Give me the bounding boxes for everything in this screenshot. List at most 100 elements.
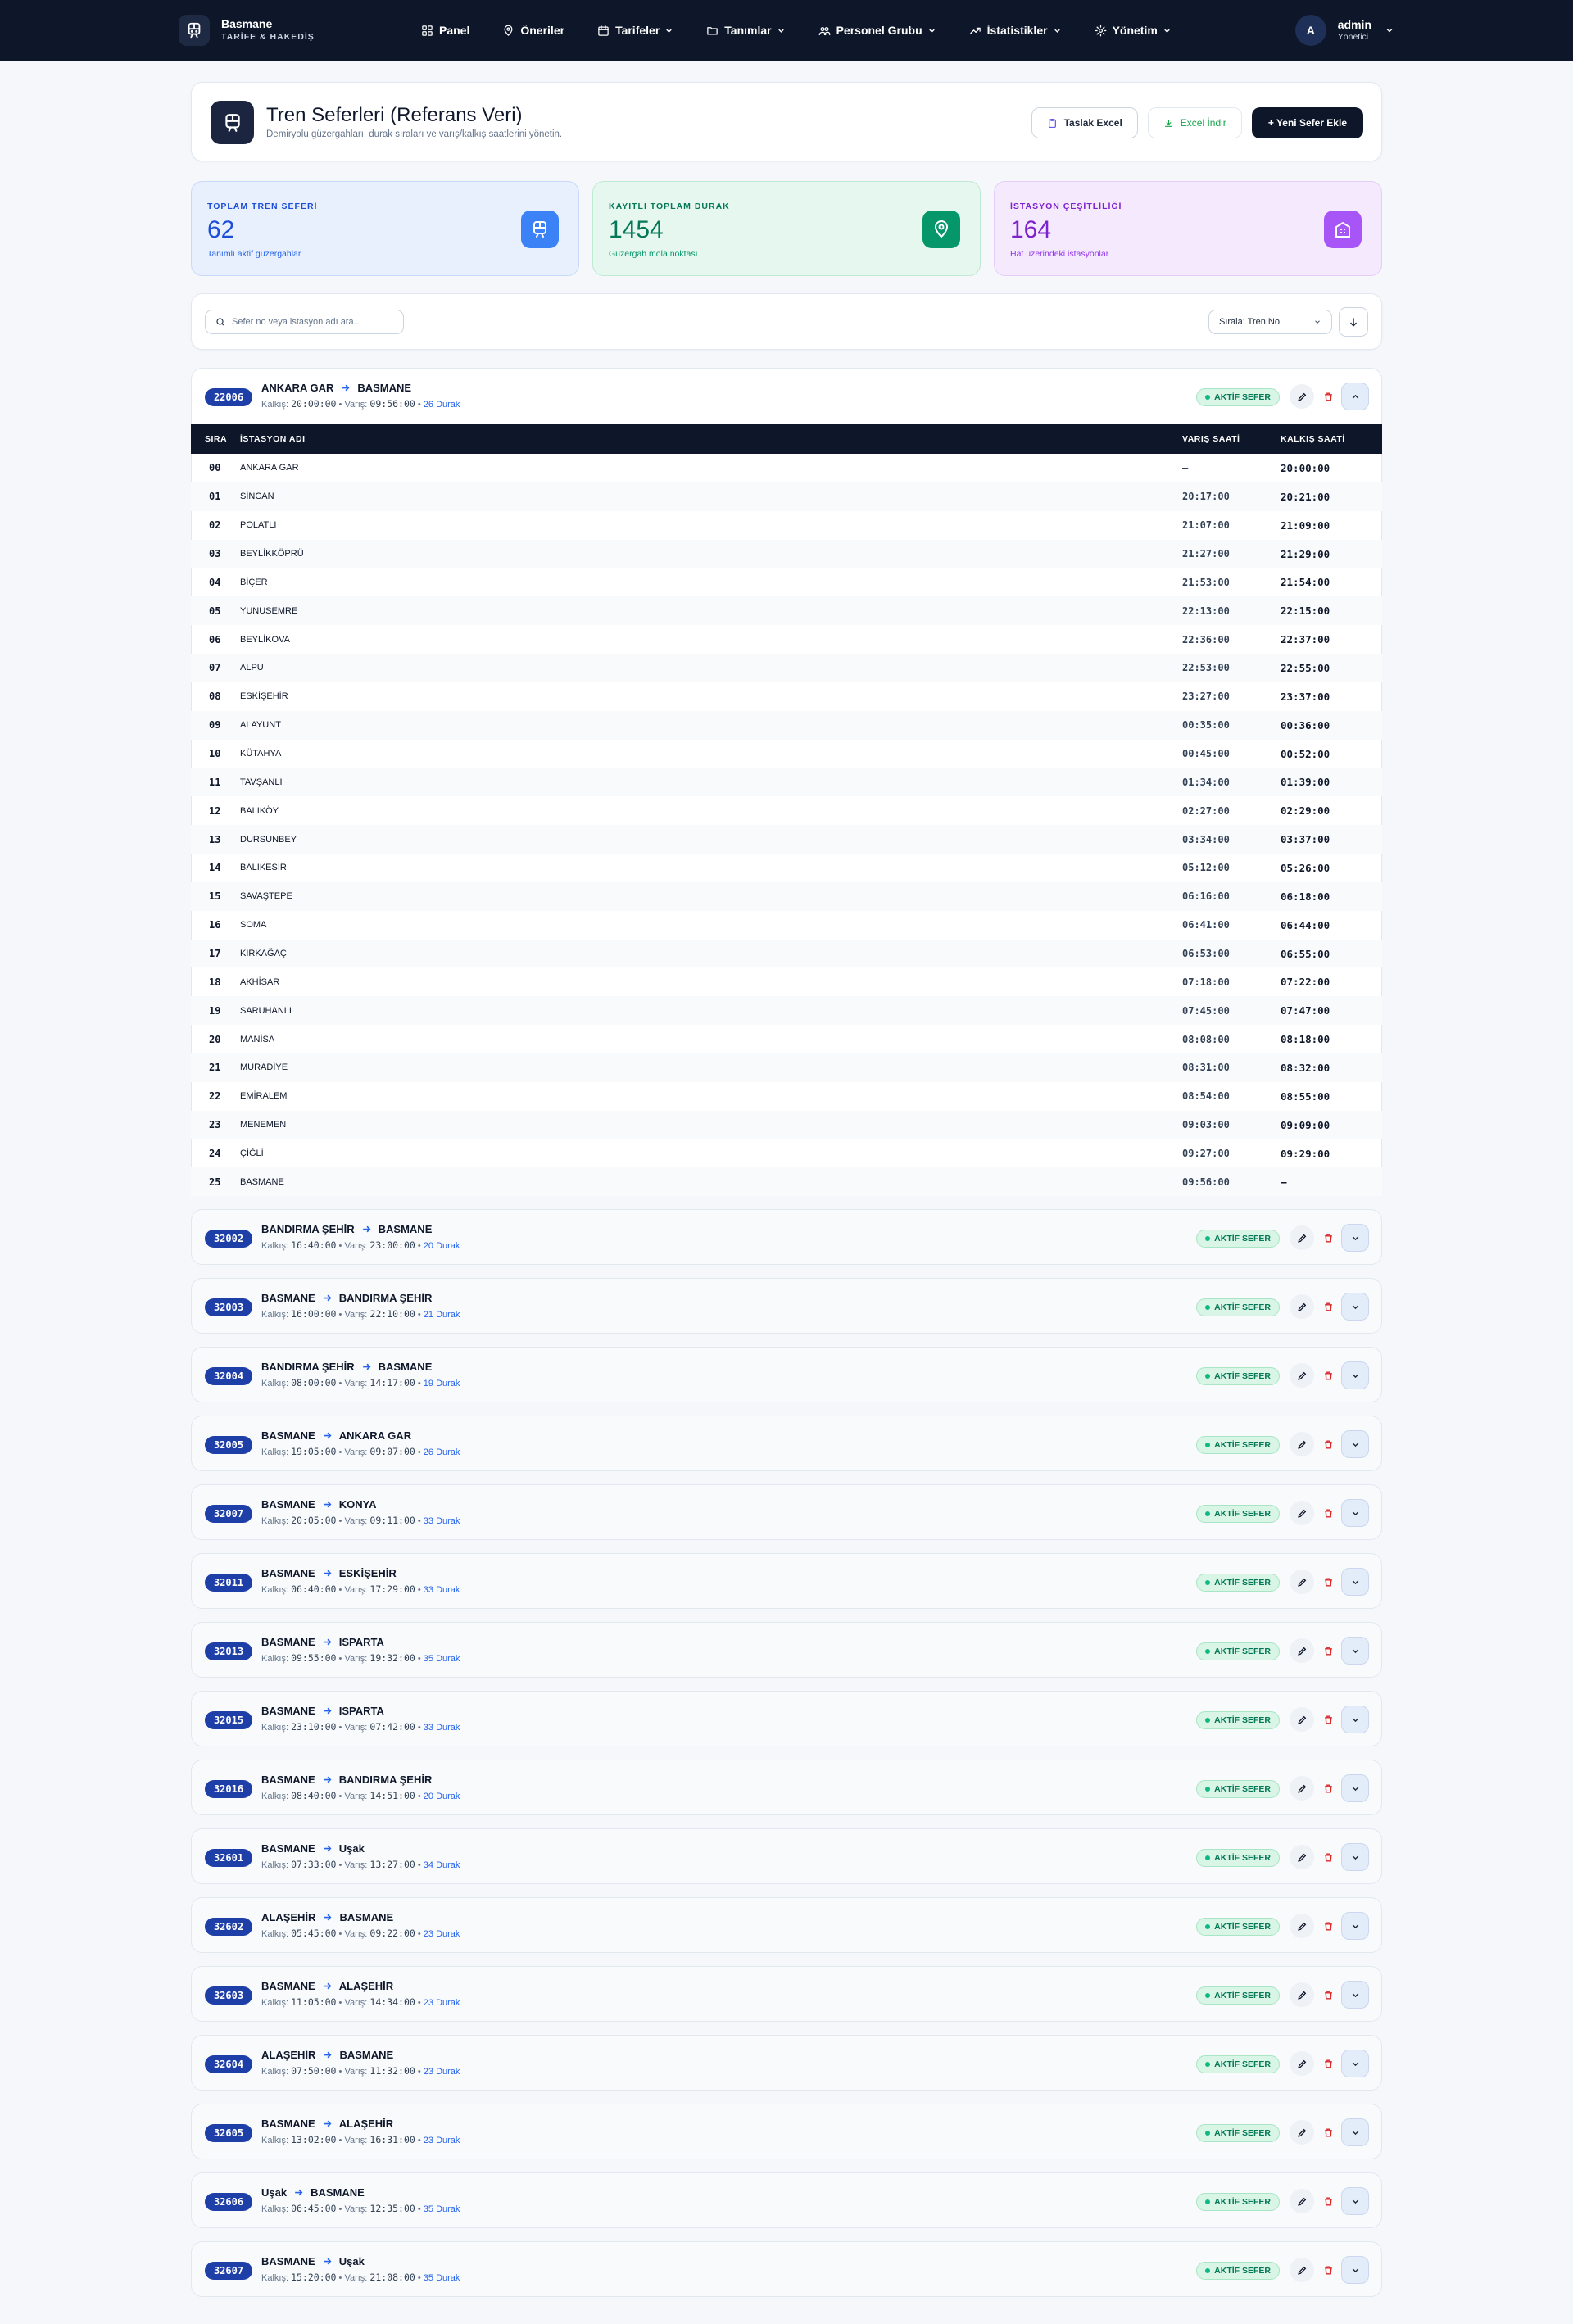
train-card[interactable]: 32602 ALAŞEHİR BASMANE Kalkış: 05:45:00 • V… bbox=[191, 1897, 1382, 1953]
expand-button[interactable] bbox=[1341, 2187, 1369, 2215]
train-header[interactable]: 32601 BASMANE Uşak Kalkış: 07:33:00 • Varış… bbox=[192, 1829, 1381, 1885]
delete-button[interactable] bbox=[1316, 1982, 1340, 2007]
train-card[interactable]: 32002 BANDIRMA ŞEHİR BASMANE Kalkış: 16:40:… bbox=[191, 1209, 1382, 1265]
expand-button[interactable] bbox=[1341, 2050, 1369, 2077]
train-card[interactable]: 32005 BASMANE ANKARA GAR Kalkış: 19:05:00 •… bbox=[191, 1416, 1382, 1471]
collapse-button[interactable] bbox=[1341, 383, 1369, 410]
train-header[interactable]: 32604 ALAŞEHİR BASMANE Kalkış: 07:50:00 • V… bbox=[192, 2036, 1381, 2091]
train-card[interactable]: 32607 BASMANE Uşak Kalkış: 15:20:00 • Varış… bbox=[191, 2241, 1382, 2297]
train-header[interactable]: 32016 BASMANE BANDIRMA ŞEHİR Kalkış: 08:40:… bbox=[192, 1760, 1381, 1816]
expand-button[interactable] bbox=[1341, 1843, 1369, 1871]
expand-button[interactable] bbox=[1341, 2118, 1369, 2146]
train-header[interactable]: 32606 Uşak BASMANE Kalkış: 06:45:00 • Varış… bbox=[192, 2173, 1381, 2229]
delete-button[interactable] bbox=[1316, 1776, 1340, 1801]
expand-button[interactable] bbox=[1341, 1224, 1369, 1252]
user-menu[interactable]: A admin Yönetici bbox=[1294, 15, 1394, 46]
expand-button[interactable] bbox=[1341, 1499, 1369, 1527]
edit-button[interactable] bbox=[1290, 1914, 1314, 1938]
edit-button[interactable] bbox=[1290, 2120, 1314, 2145]
expand-button[interactable] bbox=[1341, 1637, 1369, 1665]
delete-button[interactable] bbox=[1316, 1570, 1340, 1594]
train-card[interactable]: 32015 BASMANE ISPARTA Kalkış: 23:10:00 • Va… bbox=[191, 1691, 1382, 1746]
sort-select[interactable]: Sırala: Tren No bbox=[1208, 310, 1332, 334]
edit-button[interactable] bbox=[1290, 1845, 1314, 1869]
edit-button[interactable] bbox=[1290, 1570, 1314, 1594]
edit-button[interactable] bbox=[1290, 1294, 1314, 1319]
train-card[interactable]: 32606 Uşak BASMANE Kalkış: 06:45:00 • Varış… bbox=[191, 2172, 1382, 2228]
edit-button[interactable] bbox=[1290, 384, 1314, 409]
template-excel-button[interactable]: Taslak Excel bbox=[1031, 107, 1138, 138]
delete-button[interactable] bbox=[1316, 1638, 1340, 1663]
train-card[interactable]: 32603 BASMANE ALAŞEHİR Kalkış: 11:05:00 • V… bbox=[191, 1966, 1382, 2022]
stop-order: 04 bbox=[209, 576, 221, 588]
delete-button[interactable] bbox=[1316, 1501, 1340, 1525]
expand-button[interactable] bbox=[1341, 1706, 1369, 1733]
nav-item-i-statistikler[interactable]: İstatistikler bbox=[969, 18, 1062, 43]
edit-button[interactable] bbox=[1290, 2051, 1314, 2076]
nav-item-öneriler[interactable]: Öneriler bbox=[502, 18, 564, 43]
delete-button[interactable] bbox=[1316, 384, 1340, 409]
edit-button[interactable] bbox=[1290, 1501, 1314, 1525]
edit-button[interactable] bbox=[1290, 2258, 1314, 2282]
brand[interactable]: Basmane TARİFE & HAKEDİŞ bbox=[179, 15, 315, 46]
delete-button[interactable] bbox=[1316, 2258, 1340, 2282]
train-card[interactable]: 32013 BASMANE ISPARTA Kalkış: 09:55:00 • Va… bbox=[191, 1622, 1382, 1678]
delete-button[interactable] bbox=[1316, 1845, 1340, 1869]
nav-item-tarifeler[interactable]: Tarifeler bbox=[597, 18, 673, 43]
train-header[interactable]: 32007 BASMANE KONYA Kalkış: 20:05:00 • Varı… bbox=[192, 1485, 1381, 1541]
edit-button[interactable] bbox=[1290, 1638, 1314, 1663]
train-header[interactable]: 32607 BASMANE Uşak Kalkış: 15:20:00 • Varış… bbox=[192, 2242, 1381, 2298]
sort-direction-button[interactable] bbox=[1339, 307, 1368, 337]
nav-item-tanımlar[interactable]: Tanımlar bbox=[706, 18, 785, 43]
train-header[interactable]: 32003 BASMANE BANDIRMA ŞEHİR Kalkış: 16:00:… bbox=[192, 1279, 1381, 1334]
download-excel-button[interactable]: Excel İndir bbox=[1147, 107, 1242, 138]
train-header[interactable]: 32004 BANDIRMA ŞEHİR BASMANE Kalkış: 08:00:… bbox=[192, 1348, 1381, 1403]
edit-button[interactable] bbox=[1290, 1776, 1314, 1801]
nav-item-yönetim[interactable]: Yönetim bbox=[1095, 18, 1172, 43]
train-card[interactable]: 32004 BANDIRMA ŞEHİR BASMANE Kalkış: 08:00:… bbox=[191, 1347, 1382, 1402]
train-card[interactable]: 32003 BASMANE BANDIRMA ŞEHİR Kalkış: 16:00:… bbox=[191, 1278, 1382, 1334]
train-header[interactable]: 32005 BASMANE ANKARA GAR Kalkış: 19:05:00 •… bbox=[192, 1416, 1381, 1472]
delete-button[interactable] bbox=[1316, 1914, 1340, 1938]
expand-button[interactable] bbox=[1341, 1981, 1369, 2009]
expand-button[interactable] bbox=[1341, 1361, 1369, 1389]
train-card[interactable]: 32604 ALAŞEHİR BASMANE Kalkış: 07:50:00 • V… bbox=[191, 2035, 1382, 2091]
train-header[interactable]: 32602 ALAŞEHİR BASMANE Kalkış: 05:45:00 • V… bbox=[192, 1898, 1381, 1954]
edit-button[interactable] bbox=[1290, 1982, 1314, 2007]
edit-button[interactable] bbox=[1290, 1225, 1314, 1250]
delete-button[interactable] bbox=[1316, 1432, 1340, 1456]
train-header[interactable]: 32603 BASMANE ALAŞEHİR Kalkış: 11:05:00 • V… bbox=[192, 1967, 1381, 2023]
expand-button[interactable] bbox=[1341, 2256, 1369, 2284]
train-card[interactable]: 32011 BASMANE ESKİŞEHİR Kalkış: 06:40:00 • … bbox=[191, 1553, 1382, 1609]
expand-button[interactable] bbox=[1341, 1430, 1369, 1458]
expand-button[interactable] bbox=[1341, 1293, 1369, 1321]
train-card[interactable]: 32016 BASMANE BANDIRMA ŞEHİR Kalkış: 08:40:… bbox=[191, 1760, 1382, 1815]
nav-item-personel-grubu[interactable]: Personel Grubu bbox=[818, 18, 936, 43]
delete-button[interactable] bbox=[1316, 1294, 1340, 1319]
expand-button[interactable] bbox=[1341, 1774, 1369, 1802]
train-header[interactable]: 32011 BASMANE ESKİŞEHİR Kalkış: 06:40:00 • … bbox=[192, 1554, 1381, 1610]
train-header[interactable]: 32013 BASMANE ISPARTA Kalkış: 09:55:00 • Va… bbox=[192, 1623, 1381, 1678]
delete-button[interactable] bbox=[1316, 1363, 1340, 1388]
train-card[interactable]: 32605 BASMANE ALAŞEHİR Kalkış: 13:02:00 • V… bbox=[191, 2104, 1382, 2159]
add-train-button[interactable]: + Yeni Sefer Ekle bbox=[1251, 107, 1363, 138]
delete-button[interactable] bbox=[1316, 2051, 1340, 2076]
train-header[interactable]: 32002 BANDIRMA ŞEHİR BASMANE Kalkış: 16:40:… bbox=[192, 1210, 1381, 1266]
delete-button[interactable] bbox=[1316, 1225, 1340, 1250]
search-input[interactable]: Sefer no veya istasyon adı ara... bbox=[205, 310, 404, 334]
edit-button[interactable] bbox=[1290, 1432, 1314, 1456]
nav-item-panel[interactable]: Panel bbox=[421, 18, 469, 43]
delete-button[interactable] bbox=[1316, 1707, 1340, 1732]
train-card[interactable]: 32601 BASMANE Uşak Kalkış: 07:33:00 • Varış… bbox=[191, 1828, 1382, 1884]
train-card[interactable]: 32007 BASMANE KONYA Kalkış: 20:05:00 • Varı… bbox=[191, 1484, 1382, 1540]
edit-button[interactable] bbox=[1290, 1363, 1314, 1388]
train-header[interactable]: 32605 BASMANE ALAŞEHİR Kalkış: 13:02:00 • V… bbox=[192, 2104, 1381, 2160]
expand-button[interactable] bbox=[1341, 1912, 1369, 1940]
edit-button[interactable] bbox=[1290, 1707, 1314, 1732]
delete-button[interactable] bbox=[1316, 2120, 1340, 2145]
expand-button[interactable] bbox=[1341, 1568, 1369, 1596]
edit-button[interactable] bbox=[1290, 2189, 1314, 2213]
train-header[interactable]: 22006 ANKARA GAR BASMANE Kalkış: 20:00:0… bbox=[192, 369, 1381, 424]
train-header[interactable]: 32015 BASMANE ISPARTA Kalkış: 23:10:00 • Va… bbox=[192, 1692, 1381, 1747]
delete-button[interactable] bbox=[1316, 2189, 1340, 2213]
